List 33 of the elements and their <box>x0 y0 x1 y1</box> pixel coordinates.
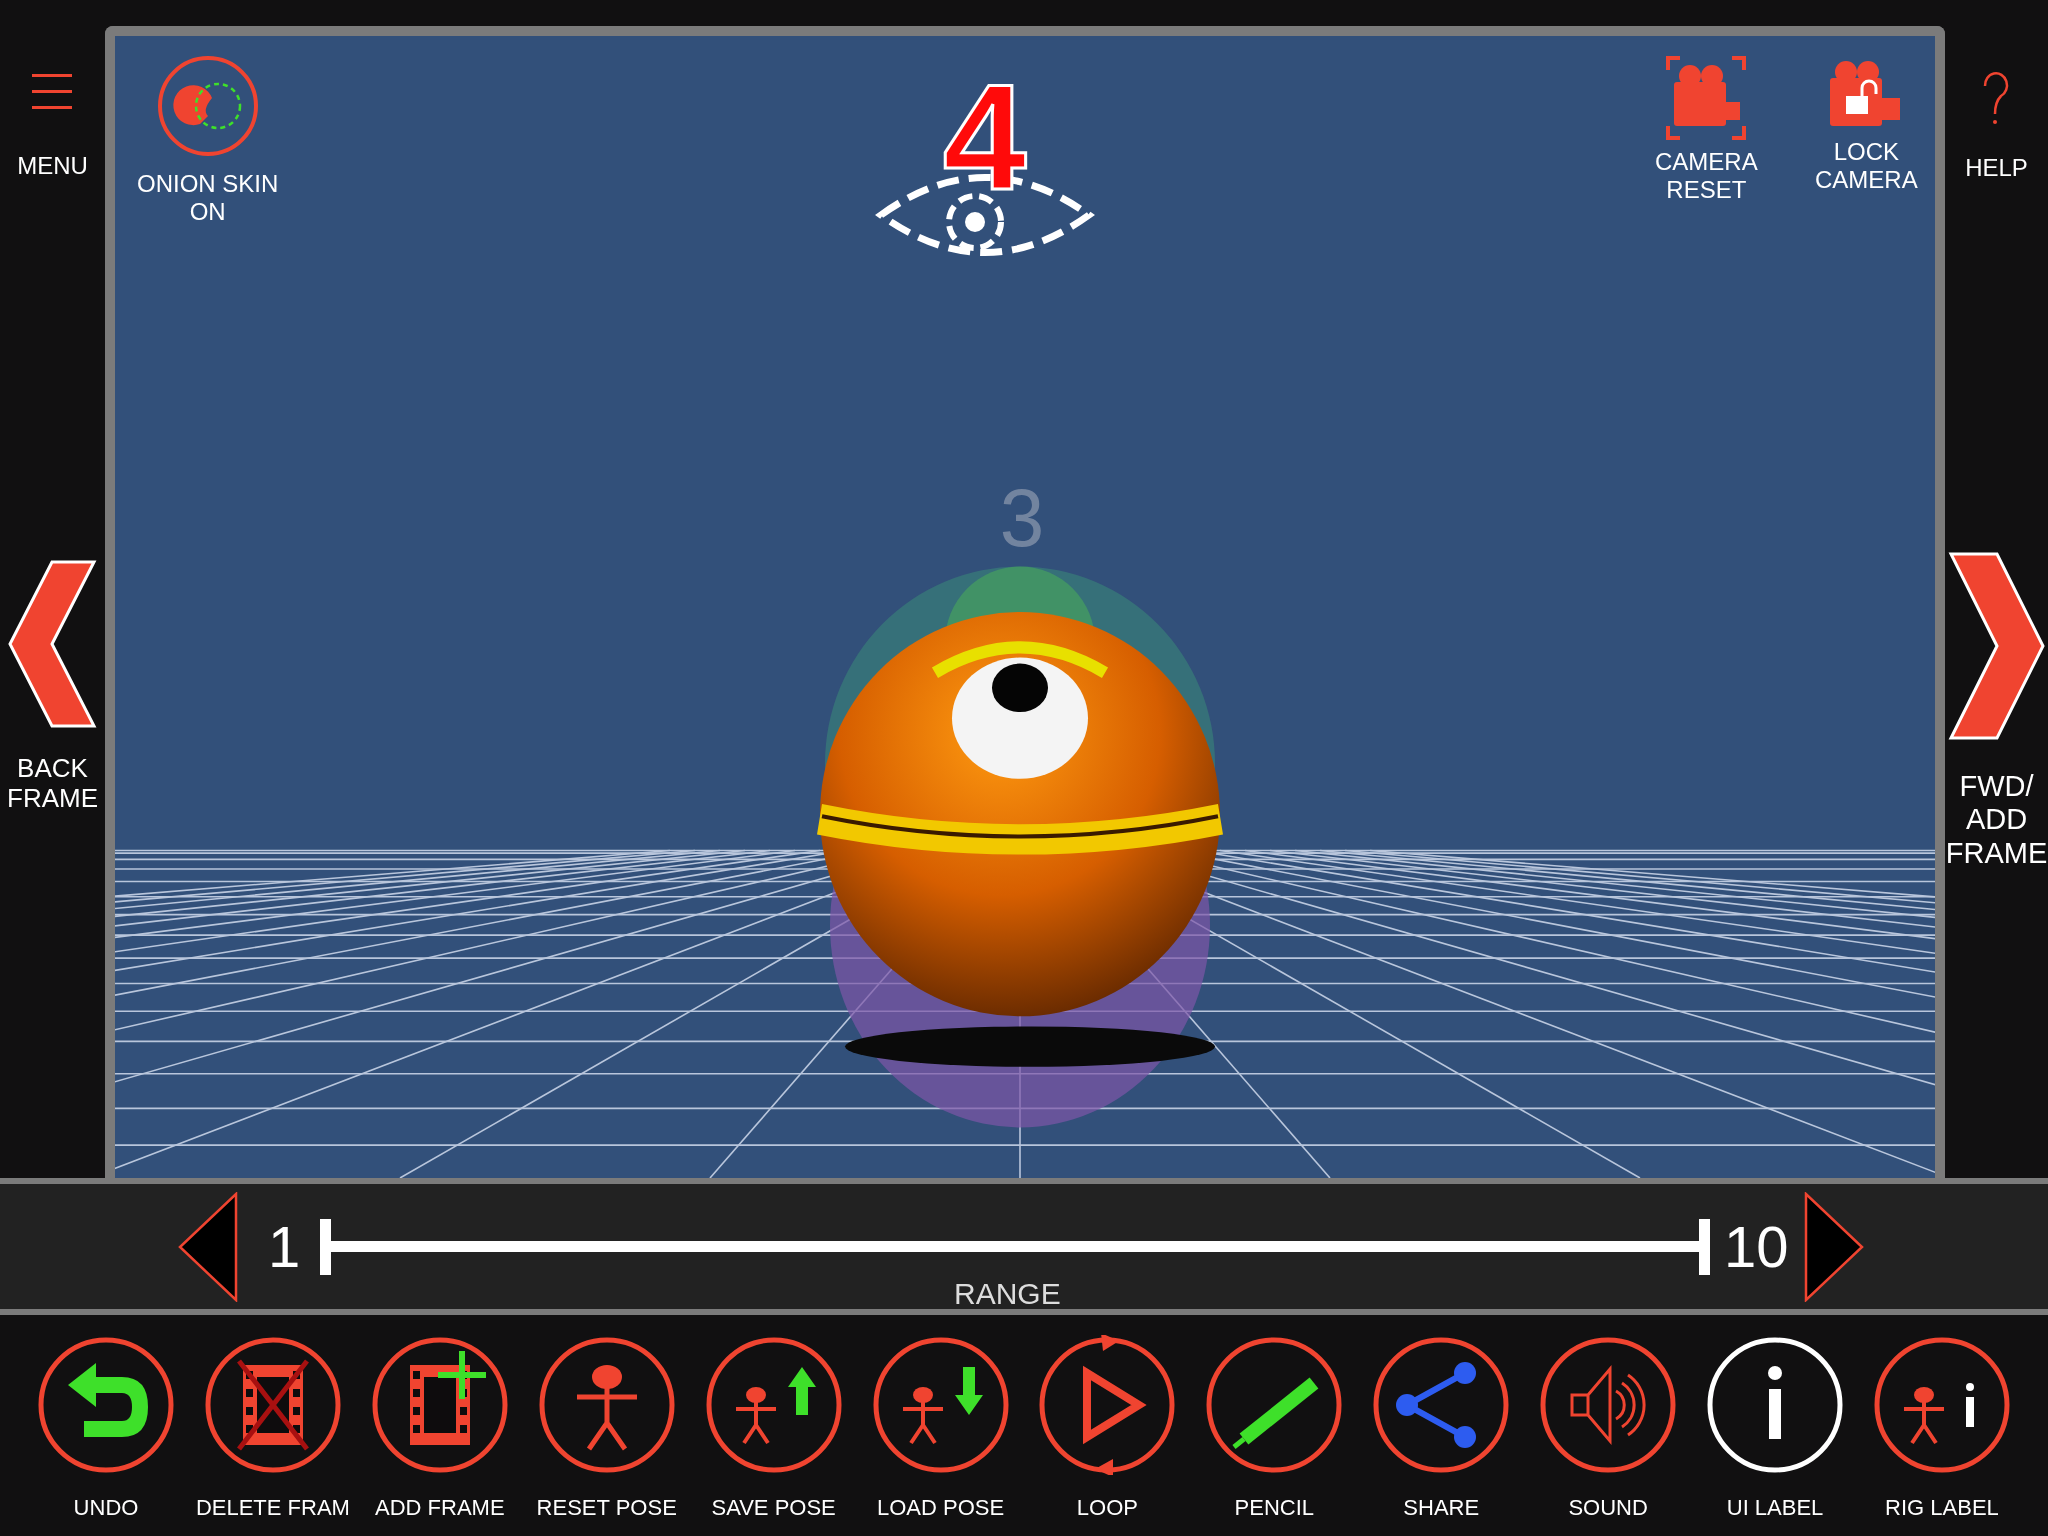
range-start-value: 1 <box>268 1213 302 1280</box>
sound-button[interactable]: SOUND <box>1534 1335 1683 1536</box>
loop-button[interactable]: LOOP <box>1033 1335 1182 1536</box>
camera-reset-button[interactable]: CAMERA RESET <box>1655 56 1758 204</box>
menu-button[interactable]: MENU <box>17 72 88 180</box>
forward-add-frame-button[interactable]: FWD/ ADD FRAME <box>1945 552 2048 871</box>
back-frame-button[interactable]: BACK FRAME <box>2 560 103 814</box>
menu-icon <box>30 72 75 112</box>
undo-button[interactable]: UNDO <box>32 1335 180 1536</box>
range-label: RANGE <box>954 1277 1061 1311</box>
share-button[interactable]: SHARE <box>1367 1335 1516 1536</box>
pencil-button[interactable]: PENCIL <box>1200 1335 1349 1536</box>
onion-skin-icon <box>155 54 260 158</box>
add-frame-button[interactable]: ADD FRAME <box>365 1335 514 1536</box>
load-pose-button[interactable]: LOAD POSE <box>866 1335 1015 1536</box>
range-end-handle[interactable] <box>1699 1218 1710 1275</box>
onion-skin-button[interactable]: ONION SKIN ON <box>137 54 279 226</box>
rig-label-button[interactable]: RIG LABEL <box>1867 1335 2016 1536</box>
reset-pose-button[interactable]: RESET POSE <box>532 1335 681 1536</box>
save-pose-button[interactable]: SAVE POSE <box>699 1335 848 1536</box>
ghost-frame-number: 3 <box>999 473 1045 564</box>
ui-label-button[interactable]: UI LABEL <box>1701 1335 1850 1536</box>
range-start-handle[interactable] <box>320 1218 331 1275</box>
range-right-arrow[interactable] <box>1804 1191 1864 1302</box>
lock-camera-button[interactable]: LOCK CAMERA <box>1815 60 1918 194</box>
range-slider[interactable] <box>320 1218 1710 1275</box>
camera-reset-icon <box>1666 56 1747 140</box>
delete-frame-button[interactable]: DELETE FRAM <box>198 1335 347 1536</box>
right-chevron-icon <box>1946 552 2047 740</box>
current-frame-number: 4 <box>943 62 1027 212</box>
help-button[interactable]: HELP <box>1965 70 2028 182</box>
range-end-value: 10 <box>1724 1213 1790 1280</box>
range-left-arrow[interactable] <box>178 1191 238 1302</box>
